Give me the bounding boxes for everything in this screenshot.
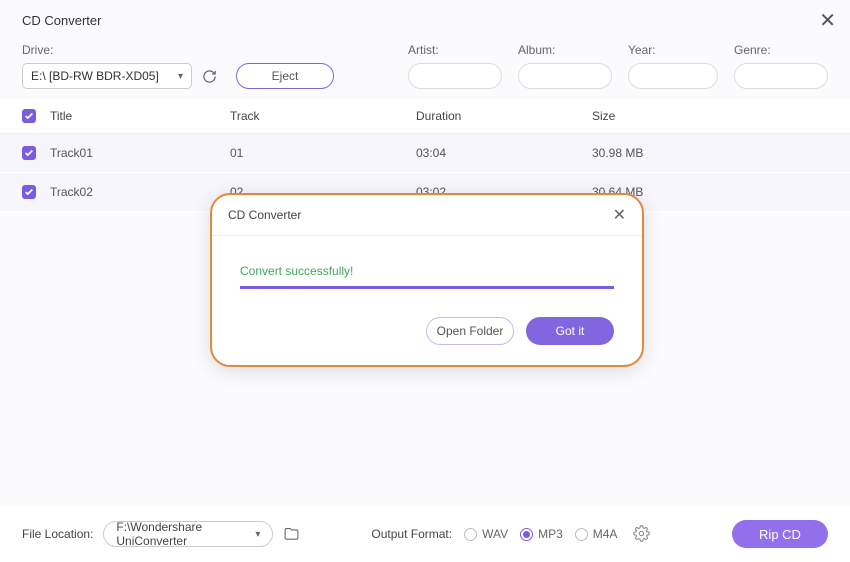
row-title: Track02 [50, 185, 230, 199]
modal-header: CD Converter ✕ [212, 195, 642, 236]
success-modal: CD Converter ✕ Convert successfully! Ope… [210, 193, 644, 367]
header-duration: Duration [416, 109, 592, 123]
genre-field-group: Genre: [734, 43, 828, 89]
album-label: Album: [518, 43, 612, 57]
chevron-down-icon: ▾ [178, 71, 183, 82]
row-size: 30.98 MB [592, 146, 828, 160]
format-wav-label: WAV [482, 527, 508, 541]
artist-field-group: Artist: [408, 43, 502, 89]
rip-cd-button[interactable]: Rip CD [732, 520, 828, 548]
window-title: CD Converter [22, 13, 101, 28]
chevron-down-icon: ▾ [255, 529, 260, 540]
genre-input[interactable] [734, 63, 828, 89]
modal-body: Convert successfully! [212, 236, 642, 289]
folder-icon[interactable] [283, 525, 301, 543]
refresh-icon[interactable] [200, 67, 218, 85]
file-location-label: File Location: [22, 527, 93, 541]
table-header: Title Track Duration Size [0, 99, 850, 134]
modal-title: CD Converter [228, 208, 301, 222]
format-m4a-radio[interactable]: M4A [575, 527, 618, 541]
album-input[interactable] [518, 63, 612, 89]
drive-row: E:\ [BD-RW BDR-XD05] ▾ Eject [22, 63, 334, 89]
format-mp3-radio[interactable]: MP3 [520, 527, 563, 541]
row-checkbox[interactable] [22, 185, 50, 199]
got-it-button[interactable]: Got it [526, 317, 614, 345]
select-all-checkbox[interactable] [22, 109, 50, 123]
year-label: Year: [628, 43, 718, 57]
output-format-group: Output Format: WAV MP3 M4A [371, 525, 651, 543]
file-location-select[interactable]: F:\Wondershare UniConverter ▾ [103, 521, 273, 547]
gear-icon[interactable] [633, 525, 651, 543]
success-message: Convert successfully! [240, 264, 614, 278]
drive-section: Drive: E:\ [BD-RW BDR-XD05] ▾ Eject [22, 43, 334, 89]
file-location-value: F:\Wondershare UniConverter [116, 520, 255, 548]
drive-select[interactable]: E:\ [BD-RW BDR-XD05] ▾ [22, 63, 192, 89]
artist-input[interactable] [408, 63, 502, 89]
open-folder-button[interactable]: Open Folder [426, 317, 514, 345]
row-track: 01 [230, 146, 416, 160]
output-format-label: Output Format: [371, 527, 452, 541]
footer: File Location: F:\Wondershare UniConvert… [0, 506, 850, 562]
header-title: Title [50, 109, 230, 123]
format-mp3-label: MP3 [538, 527, 563, 541]
format-m4a-label: M4A [593, 527, 618, 541]
genre-label: Genre: [734, 43, 828, 57]
row-title: Track01 [50, 146, 230, 160]
table-row[interactable]: Track01 01 03:04 30.98 MB [0, 134, 850, 173]
year-field-group: Year: [628, 43, 718, 89]
controls-row: Drive: E:\ [BD-RW BDR-XD05] ▾ Eject Arti… [0, 37, 850, 99]
year-input[interactable] [628, 63, 718, 89]
drive-value: E:\ [BD-RW BDR-XD05] [31, 69, 159, 83]
row-checkbox[interactable] [22, 146, 50, 160]
header-size: Size [592, 109, 828, 123]
header-track: Track [230, 109, 416, 123]
close-icon[interactable]: ✕ [613, 205, 626, 225]
eject-button[interactable]: Eject [236, 63, 334, 89]
artist-label: Artist: [408, 43, 502, 57]
close-icon[interactable]: ✕ [819, 8, 836, 33]
modal-footer: Open Folder Got it [212, 289, 642, 345]
album-field-group: Album: [518, 43, 612, 89]
titlebar: CD Converter ✕ [0, 0, 850, 37]
row-duration: 03:04 [416, 146, 592, 160]
format-wav-radio[interactable]: WAV [464, 527, 508, 541]
meta-fields: Artist: Album: Year: Genre: [408, 43, 828, 89]
drive-label: Drive: [22, 43, 334, 57]
